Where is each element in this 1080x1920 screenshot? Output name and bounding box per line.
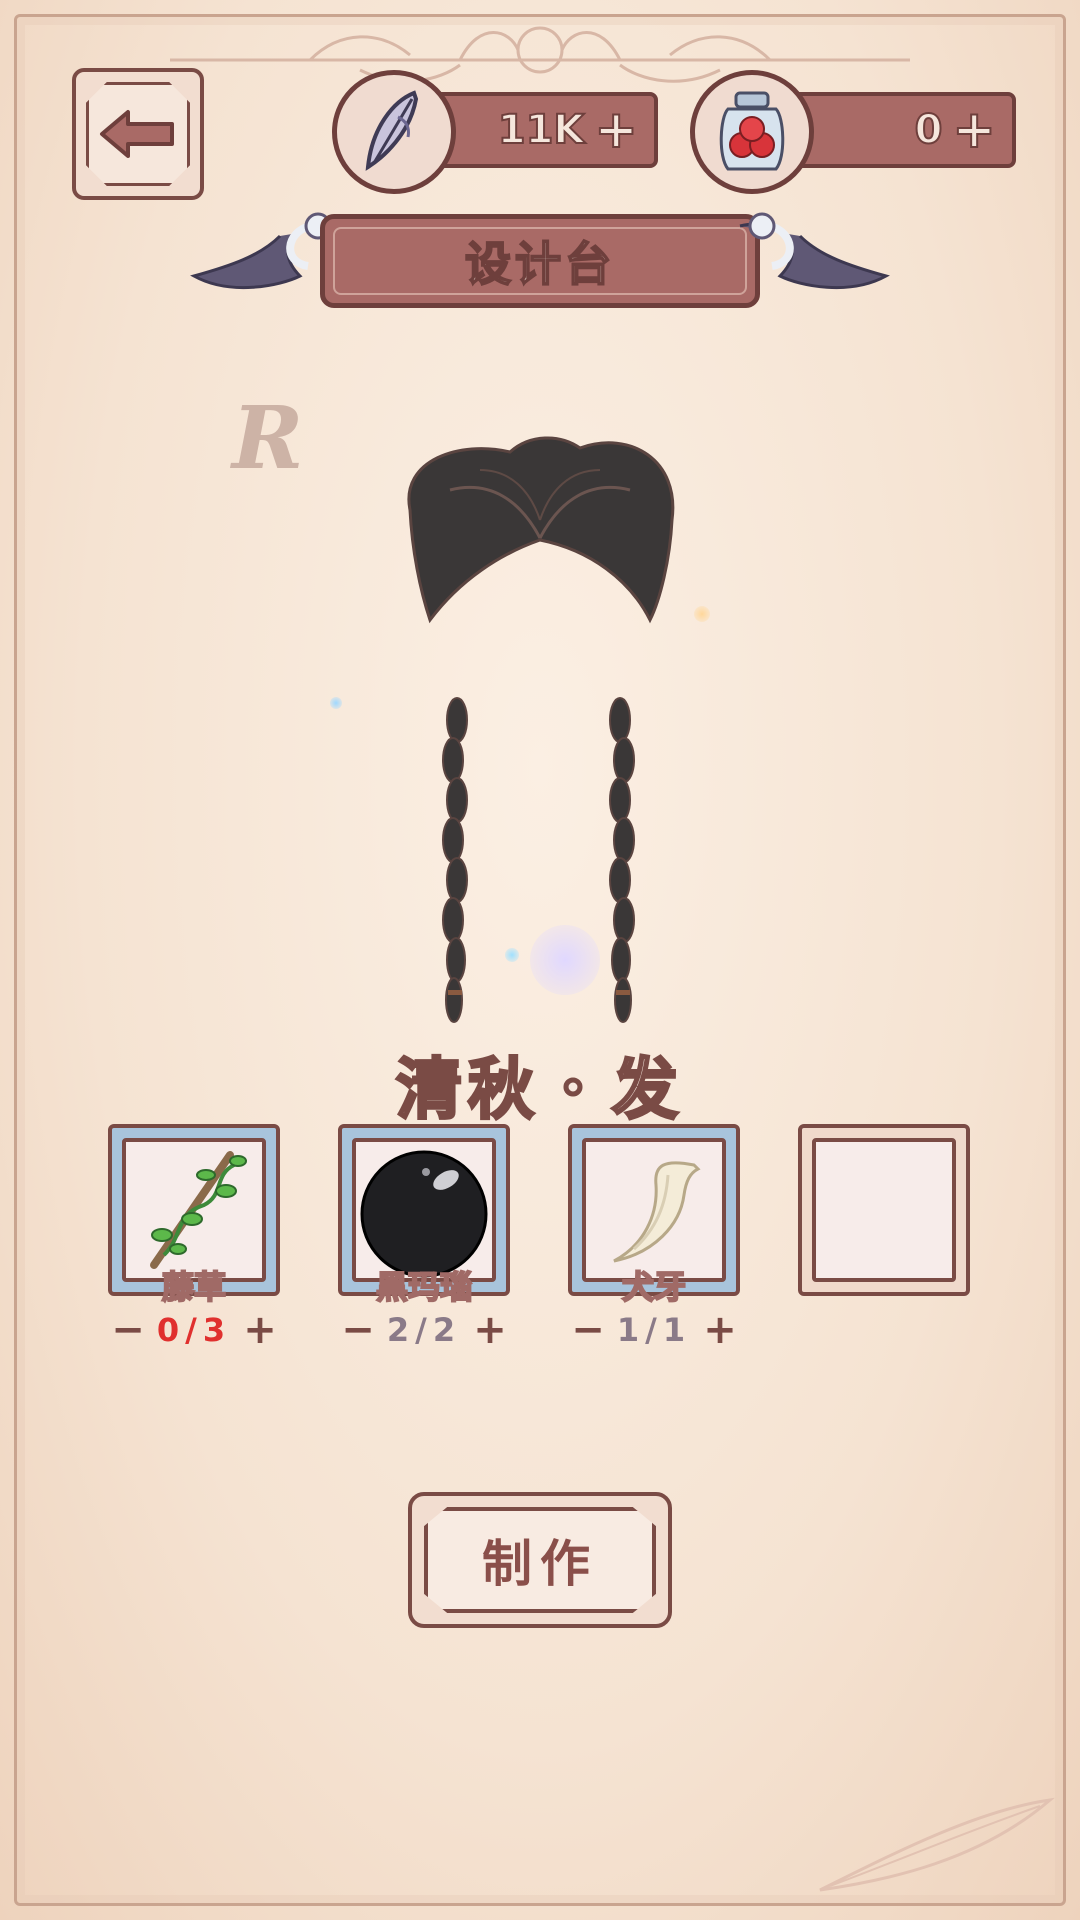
- currency-berry-value: 0: [914, 106, 944, 154]
- currency-quill-badge: [332, 70, 456, 194]
- currency-quill-add-button[interactable]: +: [593, 103, 639, 157]
- material-count: 1/1: [616, 1311, 692, 1349]
- currency-berry-badge: [690, 70, 814, 194]
- page-title: 设计台: [464, 236, 615, 292]
- material-slot-empty[interactable]: [798, 1124, 970, 1296]
- black-agate-icon: [360, 1150, 488, 1278]
- material-counter-vine: − 0/3 +: [108, 1308, 280, 1352]
- material-count: 2/2: [386, 1311, 462, 1349]
- title-plate: 设计台: [320, 214, 760, 308]
- sparkle: [330, 697, 342, 709]
- decrease-button[interactable]: −: [338, 1310, 378, 1350]
- sparkle: [694, 606, 710, 622]
- back-button[interactable]: [72, 68, 204, 200]
- material-name: 犬牙: [621, 1267, 687, 1307]
- feather-quill-icon: [365, 90, 419, 171]
- back-arrow-icon: [100, 110, 174, 158]
- banner-right-flourish-icon: [739, 212, 890, 289]
- moon-glow: [530, 925, 600, 995]
- increase-button[interactable]: +: [470, 1310, 510, 1350]
- material-count: 0/3: [156, 1311, 232, 1349]
- vine-branch-icon: [150, 1151, 247, 1269]
- material-counter-agate: − 2/2 +: [338, 1308, 510, 1352]
- craft-button-label: 制作: [482, 1535, 598, 1593]
- title-banner: 设计台: [190, 206, 890, 316]
- material-slot-fang[interactable]: 犬牙: [568, 1124, 740, 1307]
- craft-button[interactable]: 制作: [408, 1492, 672, 1628]
- currency-berry-add-button[interactable]: +: [951, 103, 997, 157]
- material-counter-fang: − 1/1 +: [568, 1308, 740, 1352]
- currency-berry: 0 +: [690, 70, 1020, 194]
- rarity-badge: R: [232, 388, 304, 489]
- material-slot-vine[interactable]: 藤草: [108, 1124, 280, 1307]
- material-slot-agate[interactable]: 黑玛瑙: [338, 1124, 510, 1307]
- decrease-button[interactable]: −: [108, 1310, 148, 1350]
- fang-icon: [613, 1161, 701, 1263]
- increase-button[interactable]: +: [700, 1310, 740, 1350]
- currency-quill: 11K +: [332, 70, 662, 194]
- currency-quill-bar: 11K +: [422, 92, 658, 168]
- feather-decoration-icon: [819, 1797, 1055, 1892]
- material-name: 黑玛瑙: [375, 1267, 473, 1307]
- material-name: 藤草: [161, 1267, 227, 1307]
- currency-berry-bar: 0 +: [780, 92, 1016, 168]
- decrease-button[interactable]: −: [568, 1310, 608, 1350]
- berry-jar-icon: [719, 91, 785, 171]
- item-name: 清秋・发: [395, 1050, 684, 1130]
- increase-button[interactable]: +: [240, 1310, 280, 1350]
- sparkle: [505, 948, 519, 962]
- currency-quill-value: 11K: [497, 106, 586, 154]
